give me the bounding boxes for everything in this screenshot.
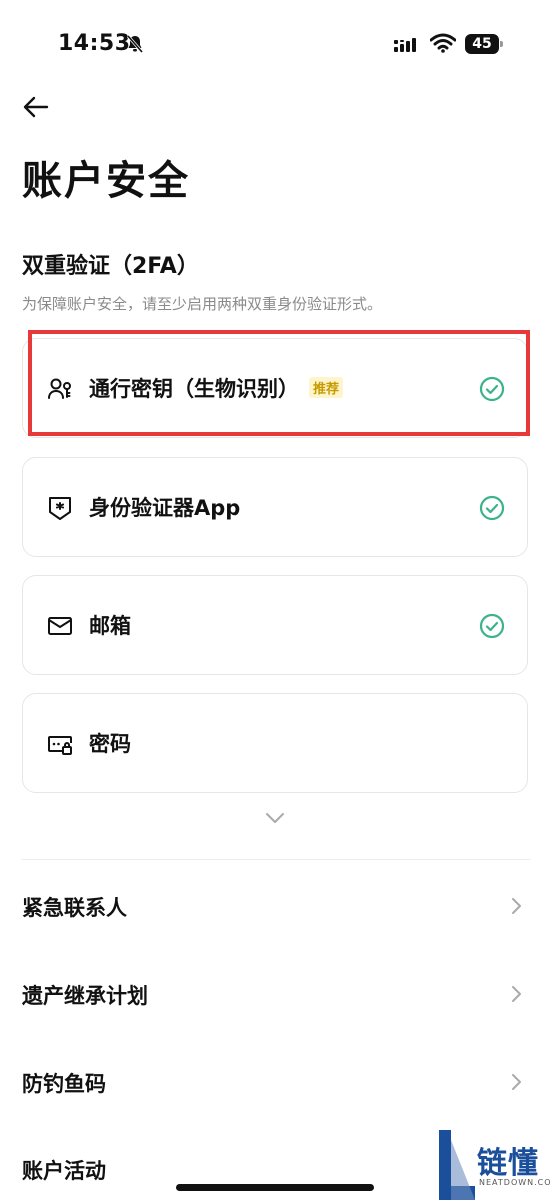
menu-item-label: 防钓鱼码 xyxy=(22,1072,106,1096)
menu-item-anti-phishing-code[interactable]: 防钓鱼码 xyxy=(22,1056,530,1106)
status-bar: 14:53 45 xyxy=(0,0,551,90)
card-label-text: 身份验证器App xyxy=(89,496,241,520)
home-indicator xyxy=(176,1184,374,1191)
card-label: 通行密钥（生物识别） 推荐 xyxy=(89,373,344,403)
section-title-2fa: 双重验证（2FA） xyxy=(22,254,199,279)
check-circle-icon xyxy=(479,376,505,402)
divider xyxy=(22,859,530,860)
authenticator-icon xyxy=(49,497,71,520)
card-password[interactable]: 密码 xyxy=(22,693,528,793)
menu-item-label: 遗产继承计划 xyxy=(22,984,148,1008)
card-authenticator[interactable]: 身份验证器App xyxy=(22,457,528,557)
chevron-down-icon[interactable] xyxy=(263,810,287,826)
chevron-right-icon xyxy=(512,986,521,1002)
menu-item-inheritance-plan[interactable]: 遗产继承计划 xyxy=(22,968,530,1018)
status-time: 14:53 xyxy=(58,31,131,56)
check-circle-icon xyxy=(479,613,505,639)
chevron-right-icon xyxy=(512,1074,521,1090)
back-arrow-icon[interactable] xyxy=(22,95,50,119)
bell-muted-icon xyxy=(126,35,144,53)
watermark-l-icon xyxy=(439,1130,475,1200)
watermark-logo: 链懂 NEATDOWN.COM xyxy=(437,1130,551,1200)
card-passkey[interactable]: 通行密钥（生物识别） 推荐 xyxy=(22,338,528,438)
watermark-subtext: NEATDOWN.COM xyxy=(479,1178,551,1187)
wifi-icon xyxy=(430,33,456,53)
chevron-right-icon xyxy=(512,898,521,914)
check-circle-icon xyxy=(479,495,505,521)
watermark-text: 链懂 xyxy=(477,1146,539,1181)
menu-item-emergency-contact[interactable]: 紧急联系人 xyxy=(22,880,530,930)
card-email[interactable]: 邮箱 xyxy=(22,575,528,675)
battery-level: 45 xyxy=(472,36,492,52)
passkey-icon xyxy=(48,378,71,399)
password-icon xyxy=(48,736,72,755)
cellular-signal-icon xyxy=(394,38,416,52)
section-description: 为保障账户安全，请至少启用两种双重身份验证形式。 xyxy=(22,295,383,313)
card-label-text: 邮箱 xyxy=(89,614,131,638)
card-label-text: 通行密钥（生物识别） xyxy=(89,377,299,401)
recommended-badge: 推荐 xyxy=(309,377,344,398)
page-title: 账户安全 xyxy=(22,158,190,204)
menu-item-label: 紧急联系人 xyxy=(22,896,127,920)
battery-icon: 45 xyxy=(465,34,503,54)
card-label-text: 密码 xyxy=(89,732,131,756)
menu-item-label: 账户活动 xyxy=(22,1159,106,1183)
mail-icon xyxy=(48,617,72,635)
